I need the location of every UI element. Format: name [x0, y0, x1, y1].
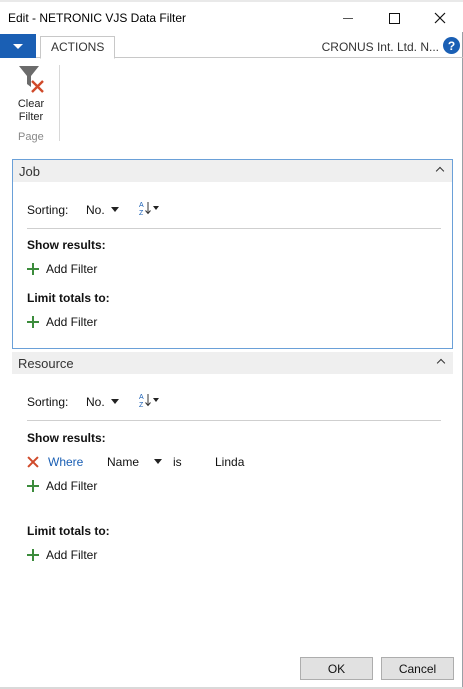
minimize-icon — [343, 17, 353, 19]
clear-filter-button[interactable]: Clear Filter — [8, 63, 54, 129]
job-sorting-value: No. — [86, 203, 105, 217]
chevron-down-icon — [110, 207, 119, 212]
job-add-filter-2-label: Add Filter — [46, 315, 98, 329]
help-icon[interactable]: ? — [443, 37, 460, 54]
ribbon-tabs: ACTIONS CRONUS Int. Ltd. N... ? — [0, 34, 463, 59]
job-limit-totals-label: Limit totals to: — [27, 291, 110, 305]
chevron-down-icon — [154, 459, 163, 464]
chevron-up-icon[interactable] — [435, 166, 445, 176]
resource-section-header[interactable]: Resource — [12, 352, 453, 374]
ribbon-group-label: Page — [18, 131, 44, 143]
tab-actions[interactable]: ACTIONS — [40, 36, 116, 59]
filter-value[interactable]: Linda — [215, 455, 244, 469]
app-menu-button[interactable] — [0, 34, 36, 58]
close-button[interactable] — [418, 4, 462, 32]
resource-sorting-label: Sorting: — [27, 395, 69, 409]
job-add-filter-totals[interactable]: Add Filter — [27, 314, 97, 330]
filter-field-dropdown[interactable]: Name — [107, 455, 163, 469]
window-title: Edit - NETRONIC VJS Data Filter — [8, 11, 187, 25]
company-name: CRONUS Int. Ltd. N... — [321, 40, 439, 54]
resource-divider — [27, 420, 441, 421]
title-bar: Edit - NETRONIC VJS Data Filter — [0, 2, 463, 32]
close-icon — [434, 12, 446, 24]
job-divider — [27, 228, 441, 229]
chevron-up-icon[interactable] — [436, 358, 446, 368]
resource-add-filter-totals[interactable]: Add Filter — [27, 547, 97, 563]
ribbon: Clear Filter Page — [0, 59, 463, 145]
resource-add-filter-2-label: Add Filter — [46, 548, 98, 562]
maximize-icon — [388, 12, 400, 24]
cancel-button[interactable]: Cancel — [381, 657, 454, 680]
resource-add-filter-1-label: Add Filter — [46, 479, 98, 493]
job-add-filter-1-label: Add Filter — [46, 262, 98, 276]
plus-icon — [27, 316, 39, 328]
resource-sorting-dropdown[interactable]: No. — [86, 395, 119, 409]
job-section-header[interactable]: Job — [13, 160, 452, 182]
job-add-filter-results[interactable]: Add Filter — [27, 261, 97, 277]
job-section-title: Job — [19, 164, 40, 179]
sort-az-icon[interactable]: A Z — [138, 392, 162, 408]
resource-add-filter-results[interactable]: Add Filter — [27, 478, 97, 494]
resource-limit-totals-label: Limit totals to: — [27, 524, 110, 538]
maximize-button[interactable] — [372, 4, 416, 32]
resource-sorting-value: No. — [86, 395, 105, 409]
filter-clear-icon — [19, 66, 44, 93]
svg-text:Z: Z — [139, 210, 144, 216]
chevron-down-icon — [13, 43, 23, 49]
job-sorting-dropdown[interactable]: No. — [86, 203, 119, 217]
job-sorting-label: Sorting: — [27, 203, 69, 217]
svg-text:Z: Z — [139, 402, 144, 408]
minimize-button[interactable] — [326, 4, 370, 32]
job-show-results-label: Show results: — [27, 238, 106, 252]
dialog-window: Edit - NETRONIC VJS Data Filter ACTIONS … — [0, 0, 463, 689]
remove-filter-icon[interactable] — [27, 456, 39, 468]
plus-icon — [27, 263, 39, 275]
plus-icon — [27, 549, 39, 561]
sort-az-icon[interactable]: A Z — [138, 200, 162, 216]
ok-button[interactable]: OK — [300, 657, 373, 680]
svg-text:A: A — [139, 202, 144, 209]
resource-show-results-label: Show results: — [27, 431, 106, 445]
svg-text:A: A — [139, 394, 144, 401]
clear-filter-label-1: Clear — [17, 98, 45, 110]
clear-filter-label-2: Filter — [18, 111, 44, 123]
filter-operator[interactable]: is — [173, 455, 182, 469]
filter-field-value: Name — [107, 455, 140, 469]
plus-icon — [27, 480, 39, 492]
where-link[interactable]: Where — [48, 455, 83, 469]
ribbon-divider — [59, 65, 60, 141]
job-panel: Job Sorting: No. A Z Show results: Add F… — [12, 159, 453, 349]
chevron-down-icon — [110, 399, 119, 404]
resource-section-title: Resource — [18, 356, 74, 371]
